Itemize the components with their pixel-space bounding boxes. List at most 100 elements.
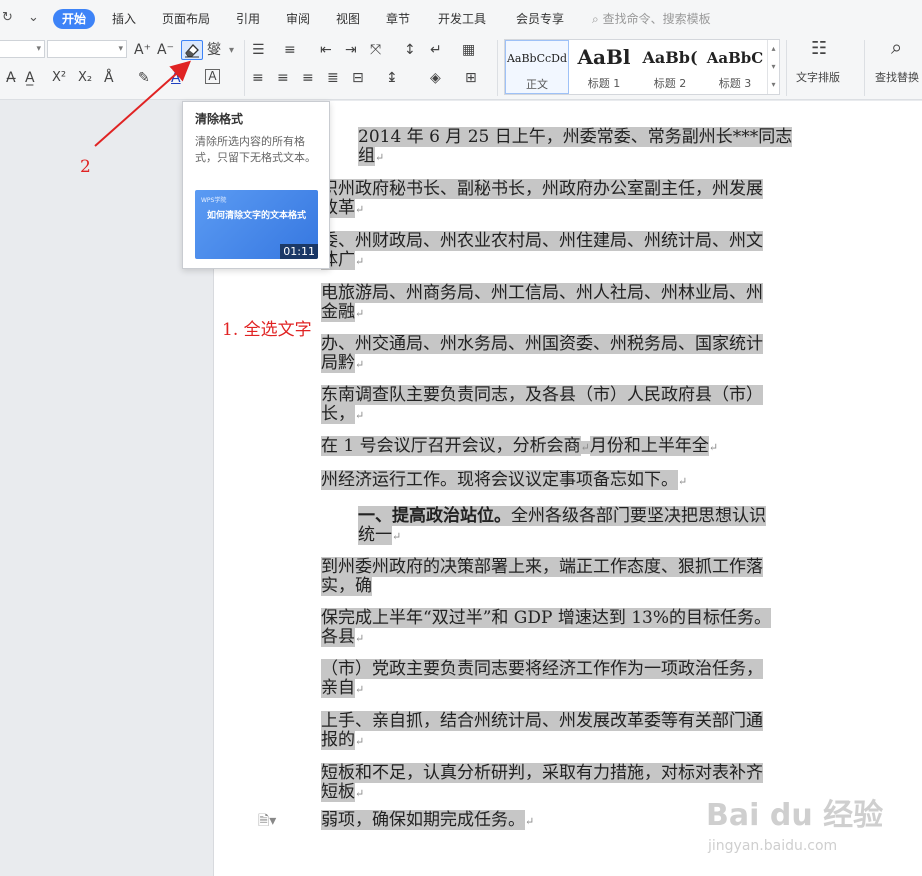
paragraph-options-icon[interactable]: 🗎▾ bbox=[258, 810, 276, 834]
style-preview: AaBl bbox=[577, 45, 631, 69]
line-text: 长， bbox=[321, 404, 355, 424]
divider bbox=[786, 40, 787, 96]
line-text: 全州各级各部门要坚决把思想认识 bbox=[511, 506, 766, 526]
redo-icon[interactable]: ↻ bbox=[2, 10, 13, 25]
line-text: 弱项，确保如期完成任务。 bbox=[321, 810, 525, 830]
superscript-icon[interactable]: X² bbox=[52, 69, 66, 87]
highlight-icon[interactable]: ✎ bbox=[138, 69, 150, 87]
phonetic-guide-icon[interactable]: 燮 bbox=[207, 41, 221, 59]
line-text: 东南调查队主要负责同志，及各县（市）人民政府县（市） bbox=[321, 385, 763, 405]
paragraph-mark-icon: ↵ bbox=[678, 475, 688, 488]
document-line: 委、州财政局、州农业农村局、州住建局、州统计局、州文 bbox=[321, 231, 763, 251]
font-size-dropdown[interactable]: ▾ bbox=[47, 40, 127, 58]
document-line: 报的↵ bbox=[321, 730, 364, 752]
numbered-list-icon[interactable]: ≡ bbox=[284, 41, 296, 59]
style-name: 正文 bbox=[526, 78, 548, 91]
find-replace-button[interactable]: 查找替换 bbox=[875, 69, 919, 87]
document-line: 在 1 号会议厅召开会议，分析会商↵月份和上半年全↵ bbox=[321, 436, 718, 458]
line-text: 局黔 bbox=[321, 353, 355, 373]
document-line: 东南调查队主要负责同志，及各县（市）人民政府县（市） bbox=[321, 385, 763, 405]
justify-icon[interactable]: ≣ bbox=[327, 69, 339, 87]
bullet-list-icon[interactable]: ☰ bbox=[252, 41, 265, 59]
text-layout-button[interactable]: 文字排版 bbox=[796, 69, 840, 87]
font-shrink-icon[interactable]: A⁻ bbox=[157, 41, 174, 59]
divider bbox=[244, 40, 245, 96]
style-gallery-scroll[interactable]: ▴ ▾ ▾ bbox=[767, 40, 779, 94]
document-line: 金融↵ bbox=[321, 302, 364, 324]
tab-insert[interactable]: 插入 bbox=[112, 9, 136, 29]
decrease-indent-icon[interactable]: ⇤ bbox=[320, 41, 332, 59]
search-placeholder: 查找命令、搜索模板 bbox=[602, 12, 711, 26]
tab-view[interactable]: 视图 bbox=[336, 9, 360, 29]
style-heading-2[interactable]: AaBb( 标题 2 bbox=[637, 40, 703, 94]
tooltip-title: 清除格式 bbox=[195, 112, 244, 126]
text-layout-icon[interactable]: ☷ bbox=[811, 40, 827, 58]
line-text: 电旅游局、州商务局、州工信局、州人社局、州林业局、州 bbox=[321, 283, 763, 303]
document-line: （市）党政主要负责同志要将经济工作作为一项政治任务， bbox=[321, 659, 763, 679]
sort-icon[interactable]: ↕ bbox=[404, 41, 416, 59]
clear-format-button[interactable] bbox=[181, 40, 203, 60]
document-line: 织州政府秘书长、副秘书长，州政府办公室副主任，州发展 bbox=[321, 179, 763, 199]
style-gallery: AaBbCcDd 正文 AaBl 标题 1 AaBb( 标题 2 AaBbC 标… bbox=[504, 39, 780, 95]
style-normal[interactable]: AaBbCcDd 正文 bbox=[505, 40, 569, 94]
table-grid-icon[interactable]: ▦ bbox=[462, 41, 475, 59]
font-family-dropdown[interactable]: ▾ bbox=[0, 40, 45, 58]
document-line: 亲自↵ bbox=[321, 678, 364, 700]
document-line: 电旅游局、州商务局、州工信局、州人社局、州林业局、州 bbox=[321, 283, 763, 303]
document-line: 统一↵ bbox=[358, 525, 401, 547]
subscript-icon[interactable]: X₂ bbox=[78, 69, 92, 87]
paragraph-mark-icon: ↵ bbox=[355, 358, 365, 371]
line-heading: 一、提高政治站位。 bbox=[358, 506, 511, 526]
menu-dropdown-icon[interactable]: ⌄ bbox=[28, 10, 39, 25]
align-center-icon[interactable]: ≡ bbox=[277, 69, 289, 87]
underline-style-icon[interactable]: A̲ bbox=[25, 69, 35, 87]
tooltip-description: 清除所选内容的所有格式，只留下无格式文本。 bbox=[195, 135, 316, 164]
tab-home[interactable]: 开始 bbox=[53, 9, 96, 29]
tab-references[interactable]: 引用 bbox=[236, 9, 260, 29]
style-heading-3[interactable]: AaBbC 标题 3 bbox=[703, 40, 767, 94]
chevron-down-icon[interactable]: ▾ bbox=[229, 42, 234, 60]
strikethrough-icon[interactable]: A̶ bbox=[6, 69, 16, 87]
paragraph-mark-icon: ↵ bbox=[392, 530, 402, 543]
line-text: 委、州财政局、州农业农村局、州住建局、州统计局、州文 bbox=[321, 231, 763, 251]
distribute-icon[interactable]: ⊟ bbox=[352, 69, 364, 87]
tab-review[interactable]: 审阅 bbox=[286, 9, 310, 29]
line-text: 组 bbox=[358, 146, 375, 166]
line-text: 短板 bbox=[321, 782, 355, 802]
text-effect-icon[interactable]: Å bbox=[104, 69, 114, 87]
show-marks-icon[interactable]: ↵ bbox=[430, 41, 442, 59]
tab-member[interactable]: 会员专享 bbox=[516, 9, 564, 29]
font-grow-icon[interactable]: A⁺ bbox=[134, 41, 151, 59]
search-icon[interactable]: ⌕ bbox=[891, 37, 902, 57]
line-spacing-icon[interactable]: ↨ bbox=[386, 69, 398, 87]
video-logo: WPS学院 bbox=[201, 197, 227, 204]
shading-icon[interactable]: ◈ bbox=[430, 69, 441, 87]
document-line: 短板↵ bbox=[321, 782, 364, 804]
line-text: 实，确 bbox=[321, 576, 372, 596]
tab-page-layout[interactable]: 页面布局 bbox=[162, 9, 210, 29]
paragraph-mark-icon: ↵ bbox=[355, 255, 365, 268]
font-color-icon[interactable]: A bbox=[171, 69, 181, 87]
command-search[interactable]: ⌕ 查找命令、搜索模板 bbox=[592, 9, 711, 29]
style-heading-1[interactable]: AaBl 标题 1 bbox=[571, 40, 637, 94]
document-line: 一、提高政治站位。全州各级各部门要坚决把思想认识 bbox=[358, 506, 766, 526]
char-border-icon[interactable]: A bbox=[205, 69, 220, 84]
tab-developer[interactable]: 开发工具 bbox=[438, 9, 486, 29]
paragraph-mark-icon: ↵ bbox=[375, 151, 385, 164]
tab-section[interactable]: 章节 bbox=[386, 9, 410, 29]
chinese-layout-icon[interactable]: ⤧ bbox=[370, 41, 381, 59]
style-preview: AaBbCcDd bbox=[506, 52, 568, 65]
line-text: 州经济运行工作。现将会议议定事项备忘如下。 bbox=[321, 470, 678, 490]
line-text: 2014 年 6 月 25 日上午，州委常委、常务副州长***同志 bbox=[358, 127, 793, 147]
document-line: 各县↵ bbox=[321, 627, 364, 649]
line-text: 上手、亲自抓，结合州统计局、州发展改革委等有关部门通 bbox=[321, 711, 763, 731]
align-right-icon[interactable]: ≡ bbox=[302, 69, 314, 87]
annotation-step-2: 2 bbox=[80, 157, 91, 177]
borders-icon[interactable]: ⊞ bbox=[465, 69, 477, 87]
tutorial-video-thumbnail[interactable]: WPS学院 如何清除文字的文本格式 01:11 bbox=[195, 190, 318, 259]
increase-indent-icon[interactable]: ⇥ bbox=[345, 41, 357, 59]
align-left-icon[interactable]: ≡ bbox=[252, 69, 264, 87]
video-duration: 01:11 bbox=[280, 244, 318, 259]
document-line: 到州委州政府的决策部署上来，端正工作态度、狠抓工作落 bbox=[321, 557, 763, 577]
paragraph-mark-icon: ↵ bbox=[355, 307, 365, 320]
